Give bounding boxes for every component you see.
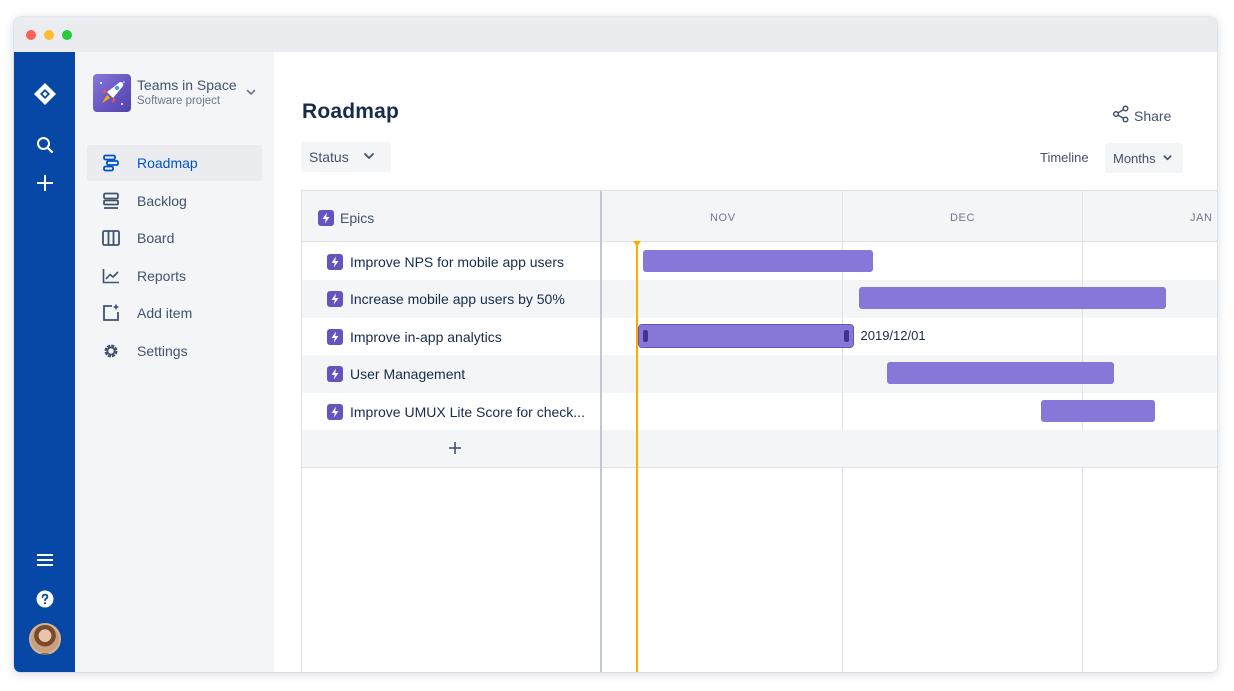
search-icon[interactable]	[14, 135, 75, 155]
sidebar-item-label: Add item	[137, 305, 193, 321]
epic-title: User Management	[350, 366, 466, 382]
window-titlebar	[14, 17, 1217, 52]
page-title: Roadmap	[302, 100, 400, 123]
sidebar-nav: Roadmap Backlog Board Reports Add item S…	[87, 145, 262, 370]
chevron-down-icon	[1162, 151, 1173, 166]
status-filter-dropdown[interactable]: Status	[301, 142, 391, 172]
project-switcher[interactable]: Teams in Space Software project	[93, 74, 268, 112]
timeline-label: Timeline	[1040, 150, 1089, 165]
epic-title: Improve UMUX Lite Score for check...	[350, 404, 585, 420]
epic-lightning-icon	[327, 329, 343, 345]
month-label-nov: NOV	[710, 212, 736, 224]
epics-column-header: Epics	[302, 191, 600, 242]
project-rocket-icon	[93, 74, 131, 112]
timeline-header: NOV DEC JAN	[602, 191, 1217, 242]
share-icon	[1112, 105, 1130, 126]
add-epic-row	[302, 430, 1217, 468]
sidebar-item-label: Backlog	[137, 192, 187, 209]
sidebar-item-settings[interactable]: Settings	[87, 333, 262, 369]
global-nav	[14, 52, 75, 672]
app-window: Teams in Space Software project Roadmap …	[14, 17, 1217, 672]
chevron-down-icon	[245, 85, 257, 103]
create-icon[interactable]	[14, 173, 75, 193]
roadmap-icon	[99, 151, 123, 175]
project-type: Software project	[137, 95, 221, 107]
sidebar-item-board[interactable]: Board	[87, 220, 262, 256]
bar-resize-handle-left[interactable]	[642, 330, 648, 342]
board-icon	[99, 226, 123, 250]
epics-header-label: Epics	[340, 210, 375, 226]
roadmap-grid: Epics NOV DEC JAN Improve NPS for mobile…	[301, 190, 1217, 672]
epic-lightning-icon	[327, 254, 343, 270]
sidebar-item-label: Roadmap	[137, 155, 198, 171]
project-name: Teams in Space	[137, 77, 237, 93]
epic-lightning-icon	[327, 366, 343, 382]
sidebar-item-label: Settings	[137, 342, 188, 359]
add-item-icon	[99, 301, 123, 325]
settings-icon	[99, 339, 123, 363]
column-resize-handle[interactable]	[600, 191, 602, 672]
sidebar-item-label: Board	[137, 230, 175, 246]
month-label-dec: DEC	[950, 212, 976, 224]
sidebar-item-roadmap[interactable]: Roadmap	[87, 145, 262, 181]
window-maximize-button[interactable]	[62, 30, 72, 40]
epic-title: Improve NPS for mobile app users	[350, 254, 564, 270]
sidebar-item-label: Reports	[137, 267, 187, 284]
epic-lightning-icon	[318, 210, 334, 226]
sidebar-item-backlog[interactable]: Backlog	[87, 183, 262, 219]
epic-title: Improve in-app analytics	[350, 329, 502, 345]
share-button[interactable]: Share	[1112, 105, 1171, 126]
bar-resize-handle-right[interactable]	[843, 330, 849, 342]
today-marker-line	[635, 243, 638, 672]
add-epic-button[interactable]	[443, 436, 467, 460]
month-label-jan: JAN	[1190, 212, 1213, 224]
window-close-button[interactable]	[26, 30, 36, 40]
help-icon[interactable]	[14, 590, 75, 608]
chevron-down-icon	[363, 149, 375, 165]
epic-title: Increase mobile app users by 50%	[350, 291, 565, 307]
epic-lightning-icon	[327, 404, 343, 420]
project-sidebar: Teams in Space Software project Roadmap …	[75, 52, 274, 672]
epic-timeline-bar[interactable]	[858, 287, 1166, 309]
epic-lightning-icon	[327, 291, 343, 307]
epic-timeline-bar[interactable]	[643, 250, 874, 272]
main-content: Roadmap Share Status Timeline Months Epi…	[274, 52, 1217, 672]
sidebar-item-reports[interactable]: Reports	[87, 258, 262, 294]
epic-timeline-bar[interactable]	[637, 324, 854, 348]
window-minimize-button[interactable]	[44, 30, 54, 40]
reports-icon	[99, 264, 123, 288]
avatar	[28, 623, 61, 655]
backlog-icon	[99, 189, 123, 213]
timeline-scale-dropdown[interactable]: Months	[1105, 143, 1183, 173]
menu-icon[interactable]	[14, 552, 75, 568]
months-label: Months	[1113, 150, 1156, 166]
user-avatar[interactable]	[14, 623, 75, 655]
status-label: Status	[309, 149, 349, 165]
epic-timeline-bar[interactable]	[1041, 400, 1156, 422]
bar-end-date-label: 2019/12/01	[860, 328, 926, 343]
sidebar-item-add-item[interactable]: Add item	[87, 295, 262, 331]
jira-logo-icon[interactable]	[14, 82, 75, 106]
epic-timeline-bar[interactable]	[887, 362, 1115, 384]
share-label: Share	[1134, 107, 1172, 124]
